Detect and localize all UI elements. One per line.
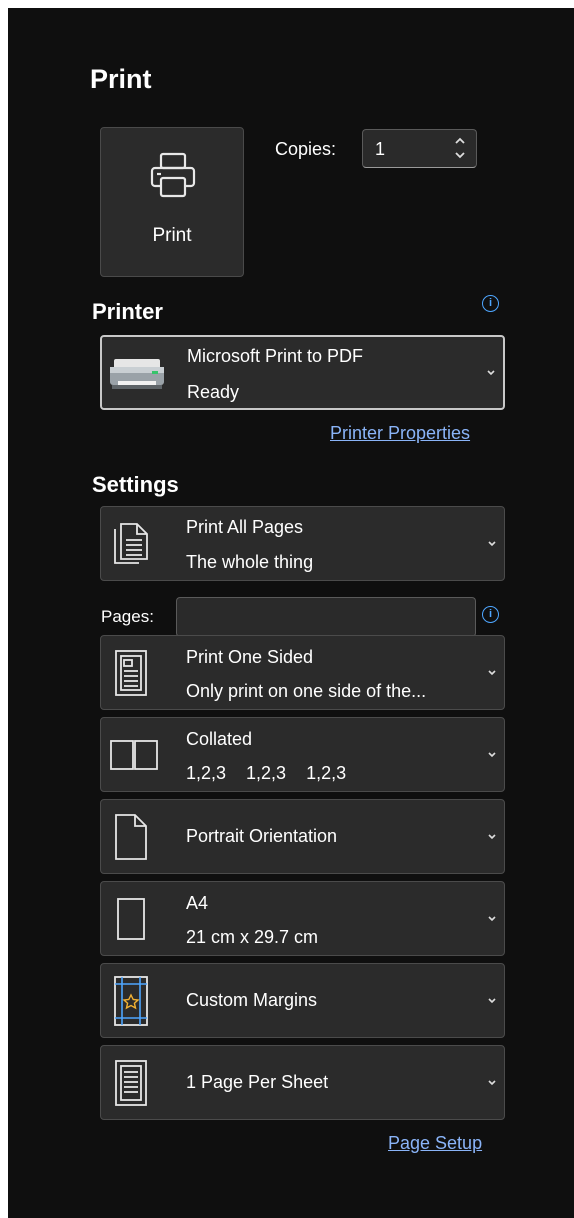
chevron-down-icon (488, 997, 496, 1003)
collation-subtitle: 1,2,3 1,2,3 1,2,3 (186, 763, 347, 783)
copies-value[interactable]: 1 (375, 139, 385, 160)
margins-title: Custom Margins (186, 990, 318, 1010)
page-setup-link[interactable]: Page Setup (388, 1133, 482, 1154)
collation-select[interactable]: Collated 1,2,3 1,2,3 1,2,3 (100, 717, 505, 792)
print-range-subtitle: The whole thing (186, 552, 314, 572)
print-button-label: Print (152, 225, 192, 246)
pages-info-icon[interactable]: i (482, 606, 499, 623)
print-range-title: Print All Pages (186, 517, 304, 537)
pages-per-sheet-icon (115, 1060, 147, 1106)
printer-heading: Printer (92, 299, 163, 324)
chevron-down-icon (488, 669, 496, 675)
chevron-down-icon (488, 540, 496, 546)
print-panel: Print Print Copies: 1 Printer i Microsof… (8, 8, 574, 1218)
margins-icon (114, 976, 148, 1026)
pages-per-sheet-title: 1 Page Per Sheet (186, 1072, 329, 1092)
paper-size-title: A4 (186, 893, 209, 913)
pages-label: Pages: (101, 607, 154, 626)
chevron-down-icon (488, 1079, 496, 1085)
pages-per-sheet-select[interactable]: 1 Page Per Sheet (100, 1045, 505, 1120)
print-range-select[interactable]: Print All Pages The whole thing (100, 506, 505, 581)
document-pages-icon (114, 523, 148, 564)
copies-stepper[interactable]: 1 (362, 129, 477, 168)
sides-subtitle: Only print on one side of the... (186, 681, 427, 701)
orientation-title: Portrait Orientation (186, 826, 338, 846)
settings-heading: Settings (92, 472, 179, 497)
printer-select[interactable]: Microsoft Print to PDF Ready (100, 335, 505, 410)
paper-size-subtitle: 21 cm x 29.7 cm (186, 927, 319, 947)
printer-status: Ready (187, 382, 240, 402)
chevron-down-icon (488, 751, 496, 757)
collated-icon (110, 740, 158, 770)
chevron-down-icon (487, 369, 495, 375)
spinner-arrows-icon[interactable] (452, 133, 468, 163)
pages-input[interactable] (176, 597, 476, 637)
collation-title: Collated (186, 729, 253, 749)
page-title: Print (90, 64, 152, 94)
one-sided-icon (115, 650, 147, 696)
print-button[interactable]: Print (100, 127, 244, 277)
printer-device-icon (110, 359, 164, 389)
portrait-icon (115, 814, 147, 860)
printer-info-icon[interactable]: i (482, 295, 499, 312)
chevron-down-icon (488, 915, 496, 921)
margins-select[interactable]: Custom Margins (100, 963, 505, 1038)
printer-properties-link[interactable]: Printer Properties (330, 423, 470, 444)
paper-size-icon (117, 898, 145, 940)
copies-label: Copies: (275, 139, 337, 159)
sides-title: Print One Sided (186, 647, 314, 667)
printer-name: Microsoft Print to PDF (187, 346, 364, 366)
printer-icon (150, 152, 196, 198)
orientation-select[interactable]: Portrait Orientation (100, 799, 505, 874)
chevron-down-icon (488, 833, 496, 839)
sides-select[interactable]: Print One Sided Only print on one side o… (100, 635, 505, 710)
paper-size-select[interactable]: A4 21 cm x 29.7 cm (100, 881, 505, 956)
